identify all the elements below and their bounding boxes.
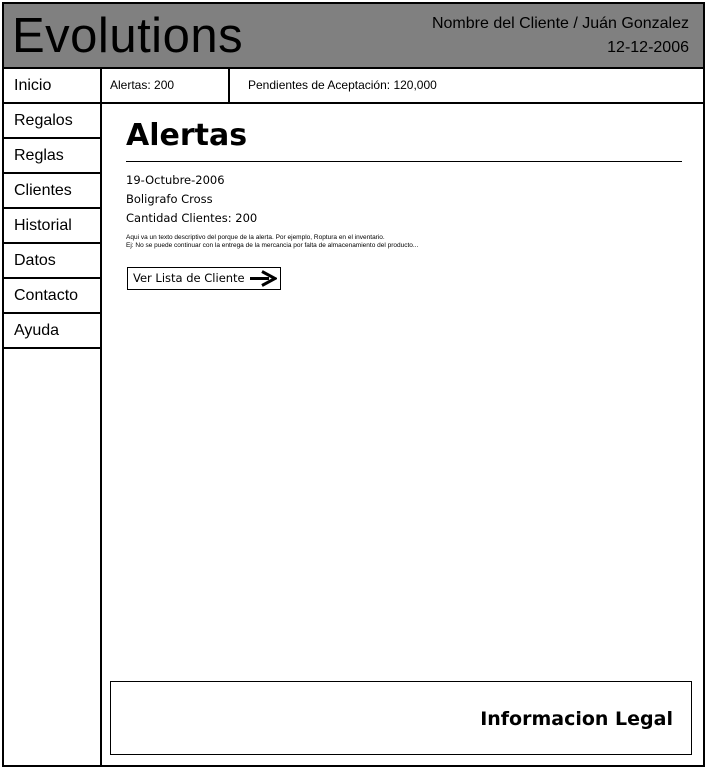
sidebar-item-historial[interactable]: Historial xyxy=(4,209,100,244)
sidebar-item-contacto[interactable]: Contacto xyxy=(4,279,100,314)
legal-box: Informacion Legal xyxy=(110,681,692,755)
sidebar-item-clientes[interactable]: Clientes xyxy=(4,174,100,209)
sidebar-item-ayuda[interactable]: Ayuda xyxy=(4,314,100,349)
header: Evolutions Nombre del Cliente / Juán Gon… xyxy=(4,4,703,69)
alert-description-line: Ej: No se puede continuar con la entrega… xyxy=(126,242,419,249)
main-content: Alertas 19-Octubre-2006 Boligrafo Cross … xyxy=(102,104,703,765)
sidebar-item-datos[interactable]: Datos xyxy=(4,244,100,279)
sidebar-item-inicio[interactable]: Inicio xyxy=(4,69,100,104)
alert-description: Aqui va un texto descriptivo del porque … xyxy=(126,234,418,250)
sidebar-item-reglas[interactable]: Reglas xyxy=(4,139,100,174)
sidebar-item-regalos[interactable]: Regalos xyxy=(4,104,100,139)
pending-count-cell[interactable]: Pendientes de Aceptación: 120,000 xyxy=(248,69,437,102)
title-divider xyxy=(126,161,682,162)
client-name: Nombre del Cliente / Juán Gonzalez xyxy=(431,15,689,32)
arrow-right-icon xyxy=(249,270,279,294)
app-logo[interactable]: Evolutions xyxy=(12,6,243,66)
legal-info-link[interactable]: Informacion Legal xyxy=(480,708,673,730)
alerts-count-cell[interactable]: Alertas: 200 xyxy=(102,69,230,102)
page-title: Alertas xyxy=(126,118,248,153)
header-date: 12-12-2006 xyxy=(607,39,689,56)
status-bar: Alertas: 200 Pendientes de Aceptación: 1… xyxy=(102,69,703,104)
page-frame: Evolutions Nombre del Cliente / Juán Gon… xyxy=(2,2,705,767)
alert-client-count: Cantidad Clientes: 200 xyxy=(126,211,258,225)
view-client-list-label: Ver Lista de Cliente xyxy=(133,271,245,285)
alert-product: Boligrafo Cross xyxy=(126,192,213,206)
alert-description-line: Aqui va un texto descriptivo del porque … xyxy=(126,234,385,241)
view-client-list-button[interactable]: Ver Lista de Cliente xyxy=(127,267,281,290)
alert-date: 19-Octubre-2006 xyxy=(126,173,225,187)
alerts-count: Alertas: 200 xyxy=(110,78,175,92)
pending-count: Pendientes de Aceptación: 120,000 xyxy=(248,78,437,92)
sidebar-nav: Inicio Regalos Reglas Clientes Historial… xyxy=(4,69,102,765)
